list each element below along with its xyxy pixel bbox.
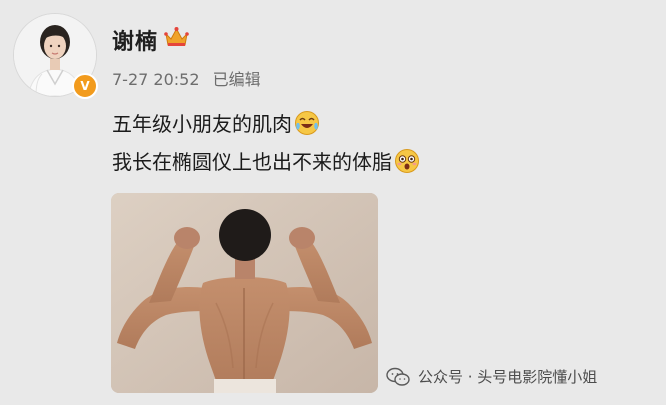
crown-icon[interactable] <box>164 26 189 48</box>
post-text-1: 五年级小朋友的肌肉 <box>112 112 292 136</box>
weibo-post: V 谢楠 7-27 20:52 已编辑 五年级小朋友的肌肉 我长在椭圆仪上也出不… <box>0 0 666 405</box>
watermark: 公众号 · 头号电影院懂小姐 <box>386 366 597 387</box>
verified-badge-icon: V <box>72 73 98 99</box>
post-text-2: 我长在椭圆仪上也出不来的体脂 <box>112 150 392 174</box>
shocked-emoji <box>395 148 419 173</box>
wechat-icon <box>386 367 410 386</box>
username[interactable]: 谢楠 <box>112 24 158 56</box>
post-meta: 7-27 20:52 已编辑 <box>112 66 261 90</box>
post-image[interactable] <box>111 193 378 393</box>
laughing-crying-emoji <box>295 110 319 135</box>
post-text-line-1: 五年级小朋友的肌肉 <box>112 108 320 137</box>
post-text-line-2: 我长在椭圆仪上也出不来的体脂 <box>112 146 420 175</box>
timestamp[interactable]: 7-27 20:52 <box>112 70 200 89</box>
watermark-text: 公众号 · 头号电影院懂小姐 <box>418 368 598 386</box>
back-muscle-photo <box>111 193 378 393</box>
edited-label[interactable]: 已编辑 <box>213 70 261 89</box>
